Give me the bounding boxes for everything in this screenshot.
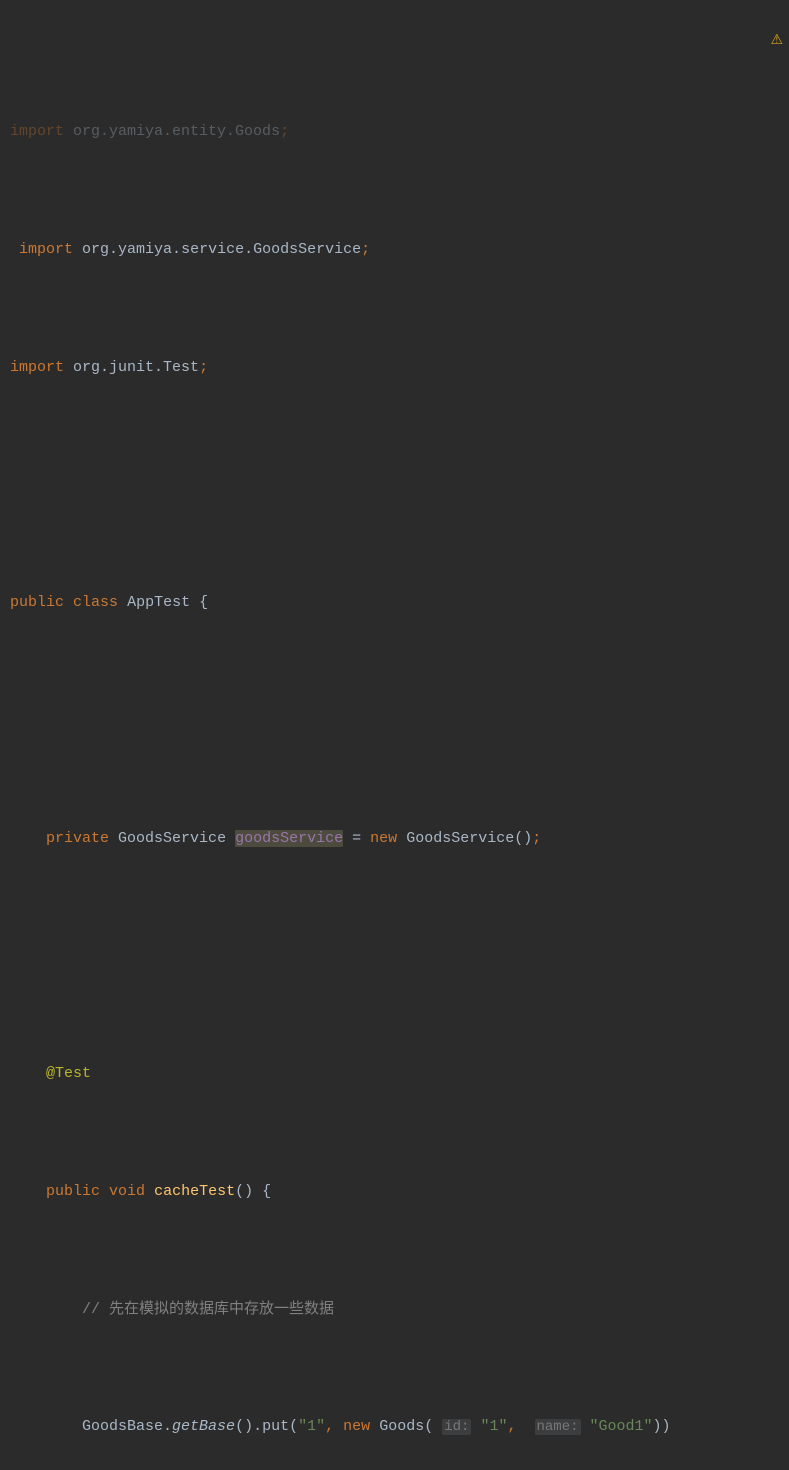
code-line: GoodsBase.getBase().put("1", new Goods( … bbox=[0, 1412, 789, 1442]
param-hint: name: bbox=[535, 1419, 581, 1435]
warning-icon[interactable]: ⚠ bbox=[770, 28, 783, 55]
code-line bbox=[0, 470, 789, 500]
code-line bbox=[0, 941, 789, 971]
field-name: goodsService bbox=[235, 830, 343, 847]
code-line: import org.yamiya.entity.Goods; bbox=[0, 117, 789, 147]
code-line: import org.junit.Test; bbox=[0, 353, 789, 383]
code-line bbox=[0, 706, 789, 736]
code-line: import org.yamiya.service.GoodsService; bbox=[0, 235, 789, 265]
code-line: @Test bbox=[0, 1059, 789, 1089]
code-editor[interactable]: import org.yamiya.entity.Goods; import o… bbox=[0, 0, 789, 1470]
code-line: public void cacheTest() { bbox=[0, 1177, 789, 1207]
code-line: public class AppTest { bbox=[0, 588, 789, 618]
code-line: // 先在模拟的数据库中存放一些数据 bbox=[0, 1295, 789, 1325]
code-line: private GoodsService goodsService = new … bbox=[0, 824, 789, 854]
param-hint: id: bbox=[442, 1419, 471, 1435]
